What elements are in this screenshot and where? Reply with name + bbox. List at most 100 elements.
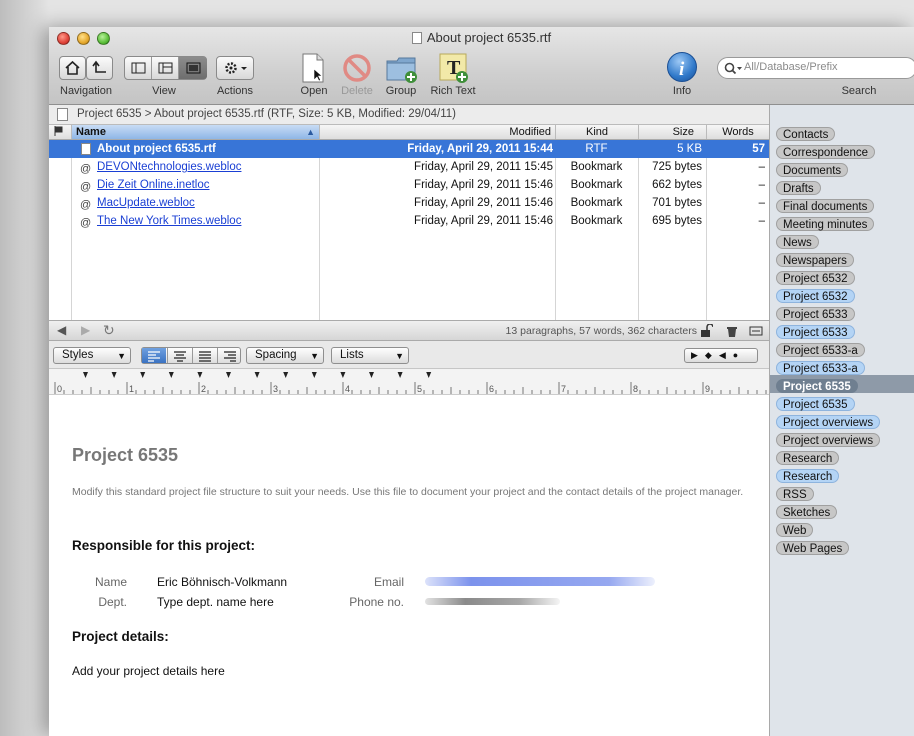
lists-popup[interactable]: Lists ▼ (331, 347, 409, 364)
email-label: Email (373, 575, 404, 589)
row-name[interactable]: MacUpdate.webloc (97, 194, 317, 212)
info-icon: i (679, 59, 685, 80)
search-label: Search (841, 85, 877, 97)
list-row[interactable]: About project 6535.rtf Friday, April 29,… (49, 140, 769, 158)
words-column-label: Words (722, 126, 754, 138)
tag-item[interactable]: Project overviews (776, 433, 881, 447)
tag-item[interactable]: Correspondence (776, 145, 876, 159)
list-row[interactable]: @ The New York Times.webloc Friday, Apri… (49, 212, 769, 230)
view-vertical-button[interactable] (179, 57, 207, 79)
gear-icon (225, 62, 247, 74)
styles-label: Styles (62, 349, 94, 361)
tag-item[interactable]: News (776, 235, 819, 249)
document-intro: Modify this standard project file struct… (72, 486, 744, 498)
tag-item[interactable]: Drafts (776, 181, 821, 195)
navigation-label: Navigation (60, 85, 112, 97)
tag-item[interactable]: RSS (776, 487, 814, 501)
forward-icon[interactable]: ▶ (81, 323, 90, 337)
tag-item[interactable]: Final documents (776, 199, 875, 213)
row-name[interactable]: DEVONtechnologies.webloc (97, 158, 317, 176)
tab-stop-marker (311, 372, 317, 378)
tag-item[interactable]: Newspapers (776, 253, 854, 267)
name-column-header[interactable]: Name ▲ (71, 125, 319, 139)
alignment-segmented-control (141, 347, 241, 364)
search-input[interactable]: All/Database/Prefix (717, 57, 914, 79)
responsible-heading: Responsible for this project: (72, 538, 256, 553)
delete-label: Delete (341, 85, 373, 97)
modified-column-header[interactable]: Modified (319, 125, 555, 139)
format-bar: Styles ▼ Spacing ▼ Lists ▼ ▶◆◀● (49, 341, 769, 369)
tag-item[interactable]: Research (776, 469, 840, 483)
spacing-label: Spacing (255, 349, 297, 361)
tag-item[interactable]: Project 6533 (776, 325, 855, 339)
spacing-popup[interactable]: Spacing ▼ (246, 347, 324, 364)
split-view-icon (131, 62, 146, 74)
phone-redacted (425, 598, 560, 605)
align-right-button[interactable] (217, 348, 241, 363)
back-icon[interactable]: ◀ (57, 323, 66, 337)
align-left-button[interactable] (142, 348, 166, 363)
chevron-down-icon: ▼ (117, 351, 126, 361)
three-pane-icon (158, 62, 173, 74)
parent-button[interactable] (86, 56, 113, 80)
reload-icon[interactable]: ↻ (103, 322, 115, 339)
tab-stop-icons: ▶◆◀● (691, 350, 746, 360)
styles-popup[interactable]: Styles ▼ (53, 347, 131, 364)
tag-item[interactable]: Sketches (776, 505, 838, 519)
tag-item[interactable]: Project 6533-a (776, 361, 865, 375)
list-row[interactable]: @ Die Zeit Online.inetloc Friday, April … (49, 176, 769, 194)
row-kind: Bookmark (570, 161, 623, 173)
words-column-header[interactable]: Words (706, 125, 769, 139)
flag-column-header[interactable] (49, 125, 71, 139)
view-three-pane-button[interactable] (152, 57, 179, 79)
archive-icon[interactable] (725, 324, 739, 338)
tag-item[interactable]: Project 6532 (776, 289, 855, 303)
tag-item[interactable]: Project 6533-a (776, 343, 865, 357)
actions-button[interactable] (216, 56, 254, 80)
row-modified: Friday, April 29, 2011 15:44 (407, 143, 553, 155)
align-center-button[interactable] (167, 348, 191, 363)
new-rich-text-button[interactable]: T (438, 52, 468, 84)
unlock-icon[interactable] (699, 324, 713, 338)
row-name[interactable]: The New York Times.webloc (97, 212, 317, 230)
tag-item[interactable]: Project 6533 (776, 307, 855, 321)
size-column-header[interactable]: Size (638, 125, 706, 139)
list-row[interactable]: @ DEVONtechnologies.webloc Friday, April… (49, 158, 769, 176)
view-split-button[interactable] (125, 57, 152, 79)
tag-item[interactable]: Web Pages (776, 541, 850, 555)
tag-item[interactable]: Project overviews (776, 415, 881, 429)
row-words: – (758, 179, 765, 191)
list-row[interactable]: @ MacUpdate.webloc Friday, April 29, 201… (49, 194, 769, 212)
open-button[interactable] (299, 52, 329, 84)
document-statistics: 13 paragraphs, 57 words, 362 characters (505, 325, 697, 337)
tag-item[interactable]: Contacts (776, 127, 836, 141)
ruler-tick-label: 6 (489, 384, 494, 394)
sort-ascending-icon: ▲ (306, 127, 315, 137)
row-modified: Friday, April 29, 2011 15:46 (414, 215, 553, 227)
align-justify-button[interactable] (192, 348, 216, 363)
delete-icon (343, 54, 371, 82)
row-name[interactable]: About project 6535.rtf (97, 140, 317, 158)
tag-item[interactable]: Research (776, 451, 840, 465)
row-kind: Bookmark (570, 179, 623, 191)
phone-label: Phone no. (349, 595, 404, 609)
tag-item[interactable]: Documents (776, 163, 849, 177)
kind-column-header[interactable]: Kind (555, 125, 638, 139)
tab-stop-marker (168, 372, 174, 378)
path-text: Project 6535 > About project 6535.rtf (R… (77, 108, 456, 120)
tag-item[interactable]: Project 6532 (776, 271, 855, 285)
tag-item[interactable]: Web (776, 523, 814, 537)
collapse-pane-icon[interactable] (749, 324, 763, 338)
group-button[interactable] (385, 52, 419, 84)
rich-text-editor[interactable]: Project 6535 Modify this standard projec… (49, 395, 769, 736)
window-title: About project 6535.rtf (49, 30, 914, 45)
row-name[interactable]: Die Zeit Online.inetloc (97, 176, 317, 194)
home-button[interactable] (59, 56, 86, 80)
tag-item[interactable]: Meeting minutes (776, 217, 875, 231)
info-button[interactable]: i (667, 52, 697, 82)
tab-stops-control[interactable]: ▶◆◀● (684, 348, 758, 363)
tag-item[interactable]: Project 6535 (776, 397, 855, 411)
delete-button[interactable] (342, 53, 372, 83)
ruler-tick-label: 3 (273, 384, 278, 394)
tag-item[interactable]: Project 6535 (776, 379, 858, 393)
